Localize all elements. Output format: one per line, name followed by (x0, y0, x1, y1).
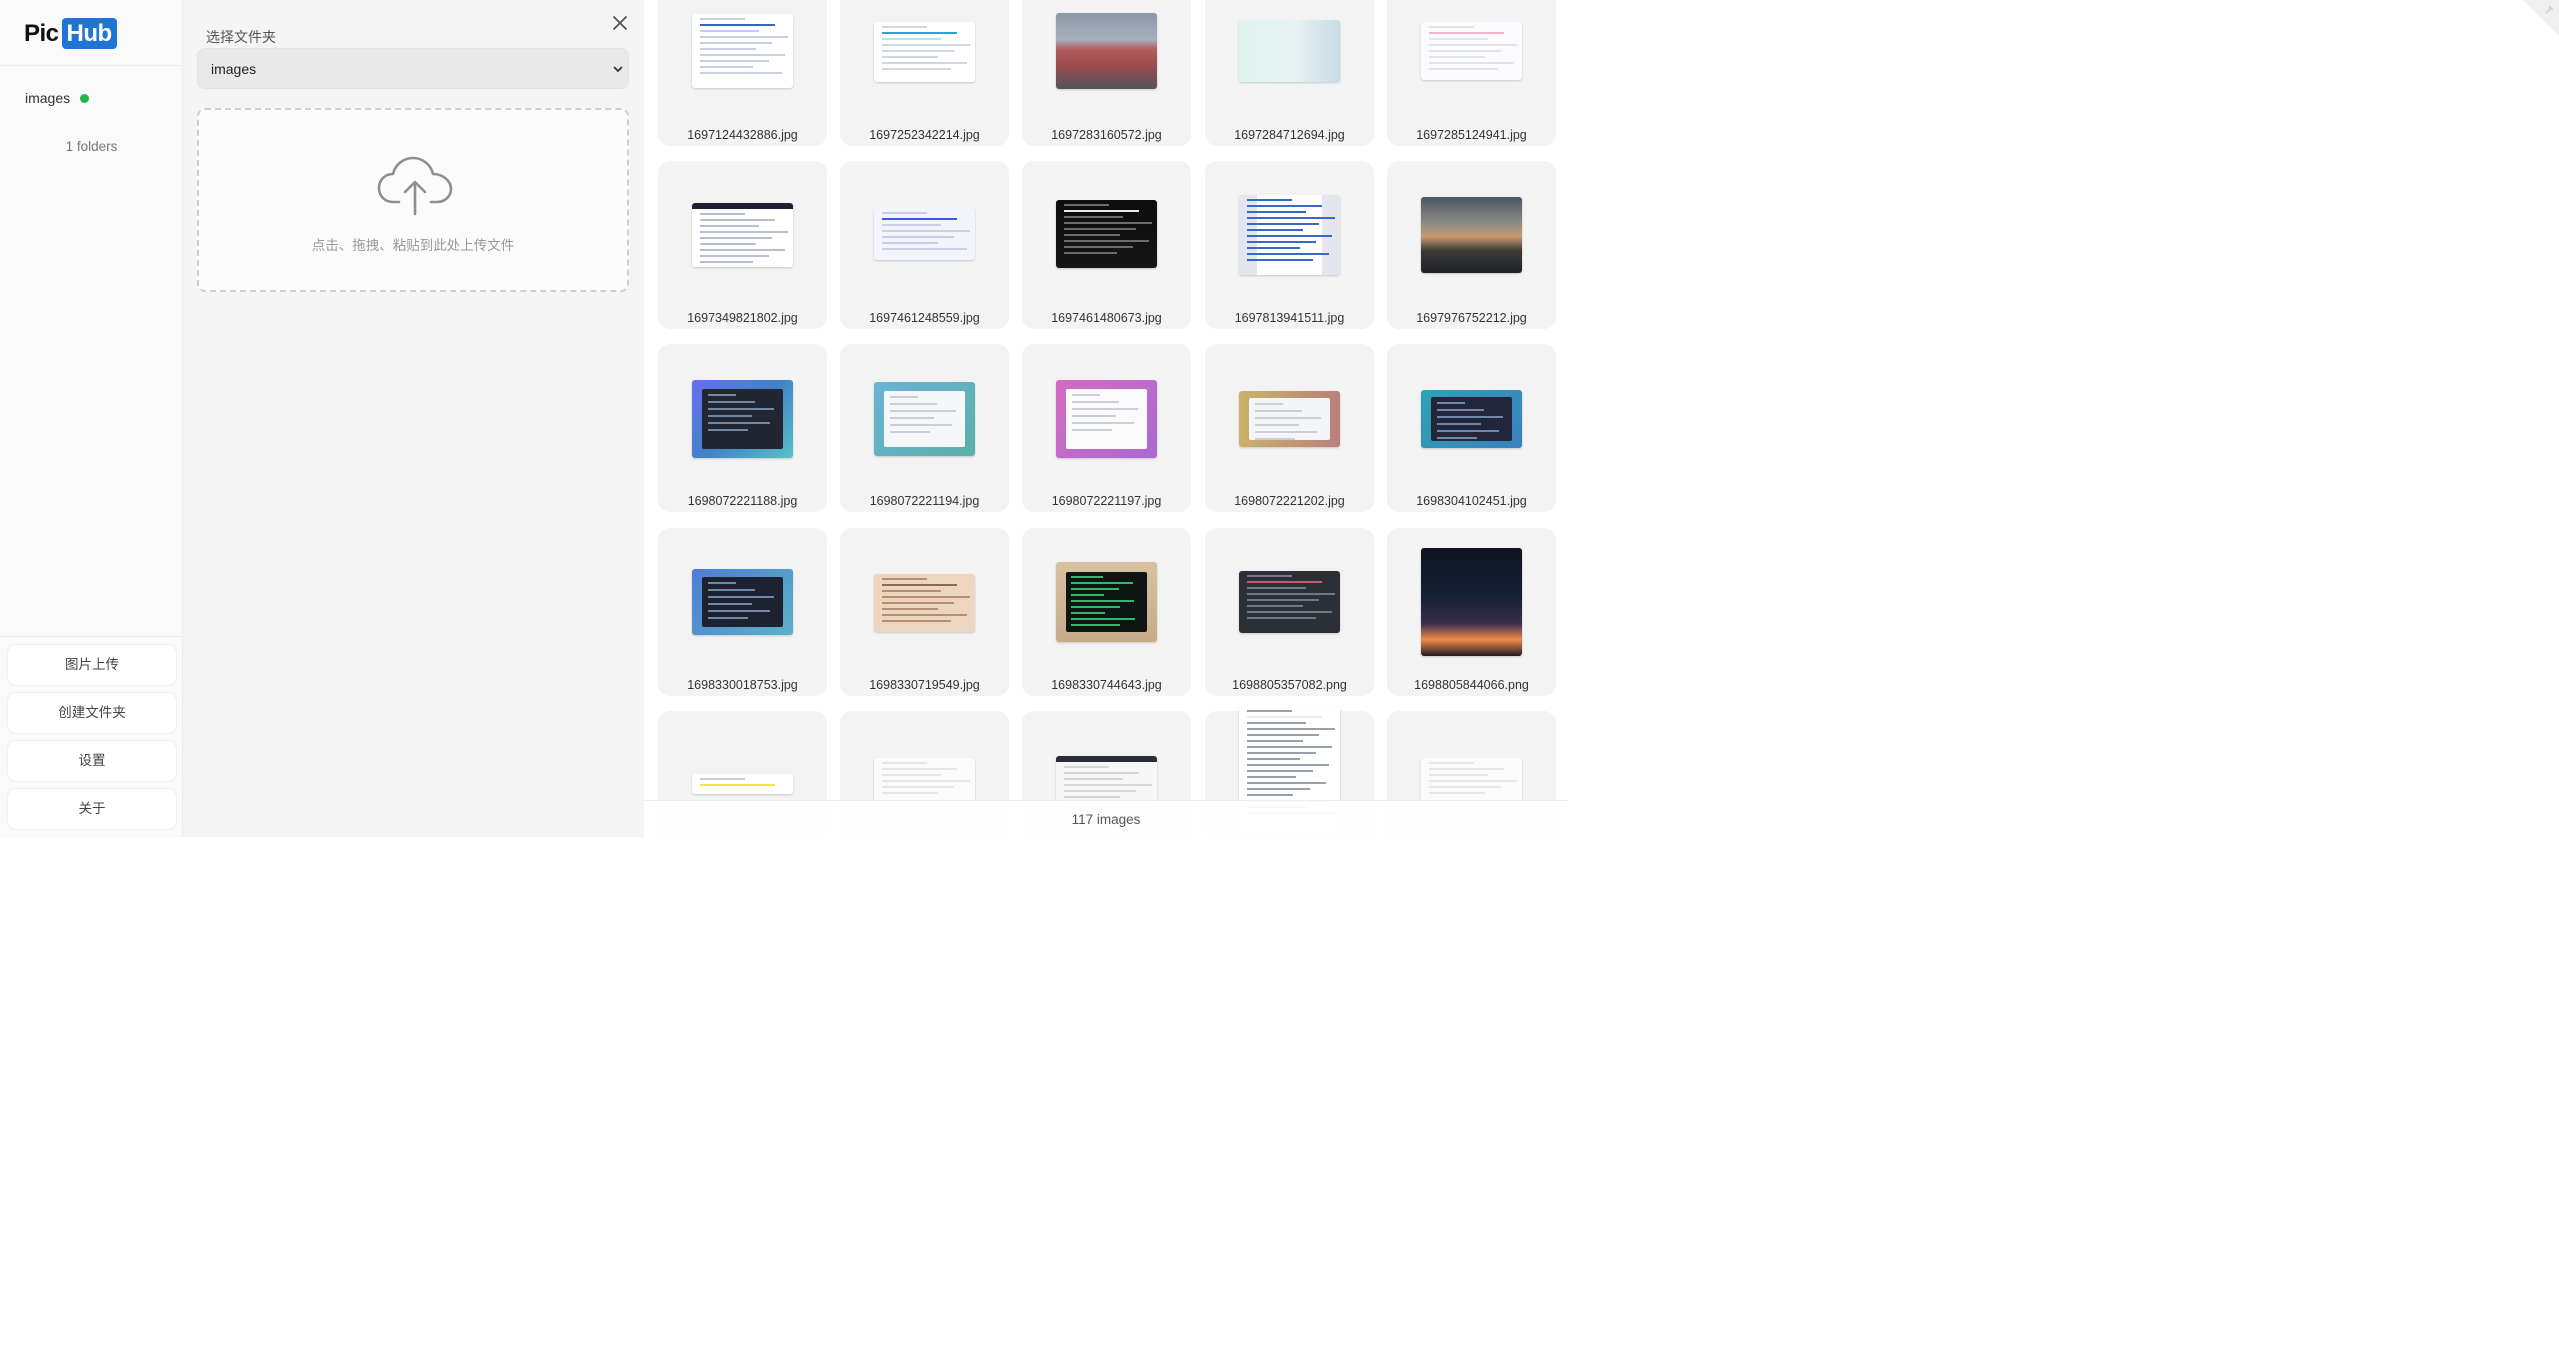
image-thumbnail (1239, 391, 1340, 447)
settings-button[interactable]: 设置 (8, 741, 176, 781)
image-card[interactable]: 1697461480673.jpg (1022, 161, 1191, 329)
image-filename: 1697461480673.jpg (1051, 311, 1162, 325)
upload-panel: 选择文件夹 images 点击、拖拽、粘贴到此处上传文件 (183, 0, 644, 837)
image-thumbnail (692, 569, 793, 635)
image-card[interactable]: 1697349821802.jpg (658, 161, 827, 329)
sidebar: Pic Hub images 1 folders 图片上传 创建文件夹 设置 关… (0, 0, 183, 837)
image-card[interactable]: 1698330744643.jpg (1022, 528, 1191, 696)
close-icon[interactable] (611, 14, 629, 32)
image-thumbnail (1056, 380, 1157, 458)
thumbnail-window (884, 390, 965, 448)
chevron-down-icon (613, 66, 623, 72)
image-card[interactable]: 1698330018753.jpg (658, 528, 827, 696)
image-filename: 1698072221202.jpg (1234, 494, 1345, 508)
thumbnail-window (702, 389, 783, 449)
image-filename: 1698330018753.jpg (687, 678, 798, 692)
image-card[interactable]: 1698805357082.png (1205, 528, 1374, 696)
folder-select-value: images (211, 61, 257, 77)
image-card[interactable]: 1697284712694.jpg (1205, 0, 1374, 146)
image-card[interactable]: 1698072221202.jpg (1205, 344, 1374, 512)
sidebar-actions: 图片上传 创建文件夹 设置 关于 (0, 636, 183, 837)
image-thumbnail (692, 203, 793, 267)
cloud-upload-icon (377, 156, 453, 216)
image-card[interactable]: 1698330719549.jpg (840, 528, 1009, 696)
image-filename: 1698072221197.jpg (1051, 494, 1162, 508)
image-thumbnail (1421, 197, 1522, 273)
thumbnail-window (1066, 571, 1147, 633)
image-card[interactable]: 1697285124941.jpg (1387, 0, 1556, 146)
folder-select-label: 选择文件夹 (206, 29, 276, 45)
folder-select[interactable]: images (197, 48, 629, 89)
image-thumbnail (1056, 200, 1157, 268)
dropzone-hint: 点击、拖拽、粘贴到此处上传文件 (311, 238, 515, 253)
image-card[interactable]: 1698304102451.jpg (1387, 344, 1556, 512)
image-filename: 1698072221188.jpg (687, 494, 798, 508)
image-thumbnail (874, 22, 975, 82)
images-count: 117 images (644, 800, 1568, 837)
image-filename: 1697813941511.jpg (1234, 311, 1345, 325)
image-filename: 1698805844066.png (1414, 678, 1529, 692)
image-thumbnail (1421, 22, 1522, 80)
about-button[interactable]: 关于 (8, 789, 176, 829)
upload-image-button[interactable]: 图片上传 (8, 645, 176, 685)
create-folder-button[interactable]: 创建文件夹 (8, 693, 176, 733)
image-card[interactable]: 1698805844066.png (1387, 528, 1556, 696)
image-thumbnail (874, 208, 975, 260)
image-thumbnail (692, 380, 793, 458)
image-thumbnail (692, 774, 793, 794)
image-thumbnail (1056, 13, 1157, 89)
image-filename: 1697976752212.jpg (1416, 311, 1527, 325)
image-thumbnail (1056, 562, 1157, 642)
image-filename: 1697349821802.jpg (687, 311, 798, 325)
image-thumbnail (874, 758, 975, 806)
image-thumbnail (1239, 195, 1340, 275)
image-thumbnail (1421, 548, 1522, 656)
image-filename: 1698072221194.jpg (869, 494, 980, 508)
image-card[interactable]: 1697461248559.jpg (840, 161, 1009, 329)
logo-hub-text: Hub (61, 18, 117, 49)
image-thumbnail (1056, 756, 1157, 806)
image-thumbnail (1239, 20, 1340, 82)
image-card[interactable]: 1698072221194.jpg (840, 344, 1009, 512)
image-filename: 1698330744643.jpg (1051, 678, 1162, 692)
image-filename: 1698330719549.jpg (869, 678, 980, 692)
folders-count: 1 folders (65, 139, 118, 154)
sidebar-divider (0, 65, 183, 66)
image-filename: 1698304102451.jpg (1416, 494, 1527, 508)
repo-name: images (25, 90, 71, 106)
image-thumbnail (874, 574, 975, 632)
image-filename: 1697283160572.jpg (1051, 128, 1162, 142)
image-filename: 1697285124941.jpg (1416, 128, 1527, 142)
image-filename: 1697461248559.jpg (869, 311, 980, 325)
logo-pic-text: Pic (24, 19, 59, 47)
app-logo: Pic Hub (24, 18, 117, 49)
image-grid: 1697124432886.jpg 1697252342214.jpg 169728… (644, 0, 1568, 837)
repo-item[interactable]: images (25, 90, 90, 106)
image-filename: 1697284712694.jpg (1234, 128, 1345, 142)
thumbnail-window (1431, 396, 1512, 442)
corner-pin-icon (2523, 0, 2559, 36)
image-card[interactable]: 1697252342214.jpg (840, 0, 1009, 146)
upload-dropzone[interactable]: 点击、拖拽、粘贴到此处上传文件 (197, 108, 629, 292)
image-thumbnail (874, 382, 975, 456)
repo-status-dot (80, 93, 90, 103)
image-card[interactable]: 1697124432886.jpg (658, 0, 827, 146)
image-card[interactable]: 1697976752212.jpg (1387, 161, 1556, 329)
image-thumbnail (1421, 758, 1522, 806)
thumbnail-window (702, 576, 783, 628)
image-filename: 1698805357082.png (1232, 678, 1347, 692)
image-filename: 1697124432886.jpg (687, 128, 798, 142)
image-thumbnail (1421, 390, 1522, 448)
image-filename: 1697252342214.jpg (869, 128, 980, 142)
image-card[interactable]: 1698072221188.jpg (658, 344, 827, 512)
image-thumbnail (692, 14, 793, 88)
thumbnail-window (1066, 389, 1147, 449)
thumbnail-window (1249, 397, 1330, 441)
image-card[interactable]: 1698072221197.jpg (1022, 344, 1191, 512)
image-thumbnail (1239, 571, 1340, 633)
image-card[interactable]: 1697813941511.jpg (1205, 161, 1374, 329)
image-card[interactable]: 1697283160572.jpg (1022, 0, 1191, 146)
